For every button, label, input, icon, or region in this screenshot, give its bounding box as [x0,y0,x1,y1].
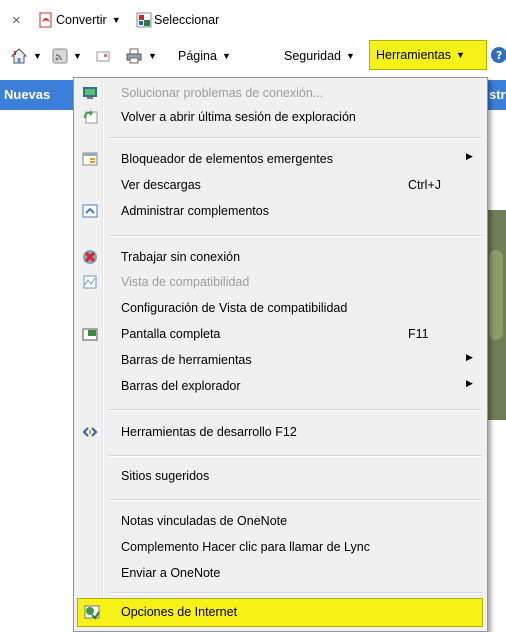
chevron-down-icon[interactable]: ▼ [33,51,42,61]
close-icon: × [12,11,21,29]
menu-item-solucionar-problemas[interactable]: Solucionar problemas de conexión... [76,82,485,106]
rss-feed-icon [52,48,68,64]
submenu-arrow-icon: ▶ [466,352,473,362]
menu-item-herramientas-desarrollo[interactable]: Herramientas de desarrollo F12 [76,421,485,445]
chevron-down-icon[interactable]: ▼ [148,51,157,61]
menu-item-vista-compatibilidad[interactable]: Vista de compatibilidad [76,271,485,295]
print-button[interactable]: ▼ [125,45,157,67]
convertir-label: Convertir [56,13,107,27]
shortcut-label: F11 [408,327,429,341]
home-icon [10,47,28,65]
reopen-session-icon [82,109,98,125]
pdf-convert-icon [38,12,54,28]
seguridad-label: Seguridad [284,49,341,63]
seguridad-menu-button[interactable]: Seguridad ▼ [284,45,355,67]
menu-separator [108,235,482,237]
compat-view-icon [82,274,98,290]
chevron-down-icon: ▼ [456,50,465,60]
menu-separator [108,499,482,501]
chevron-down-icon[interactable]: ▼ [73,51,82,61]
shortcut-label: Ctrl+J [408,178,441,192]
svg-text:?: ? [496,49,502,62]
close-button[interactable]: × [12,9,21,31]
popup-blocker-icon [82,151,98,167]
tab-nuevas[interactable]: Nuevas [4,87,50,102]
help-icon: ? [490,46,506,64]
menu-separator [108,137,482,139]
feeds-button[interactable]: ▼ [52,45,82,67]
offline-icon [82,249,98,265]
menu-item-barras-explorador[interactable]: Barras del explorador ▶ [76,375,485,399]
seleccionar-button[interactable]: Seleccionar [136,9,219,31]
printer-icon [125,48,143,64]
seleccionar-label: Seleccionar [154,13,220,27]
chevron-down-icon: ▼ [221,51,231,61]
page-image-detail [489,250,503,340]
menu-item-opciones-internet[interactable]: Opciones de Internet [77,601,483,625]
submenu-arrow-icon: ▶ [466,378,473,388]
herramientas-label: Herramientas [376,48,452,62]
help-button[interactable]: ? [490,44,506,66]
chevron-down-icon[interactable]: ▼ [112,15,121,25]
fullscreen-icon [82,326,98,342]
menu-separator [108,455,482,457]
menu-item-bloqueador-emergentes[interactable]: Bloqueador de elementos emergentes ▶ [76,148,485,172]
menu-separator [108,592,482,594]
convertir-button[interactable]: Convertir ▼ [38,9,121,31]
menu-item-administrar-complementos[interactable]: Administrar complementos [76,200,485,224]
menu-item-enviar-onenote[interactable]: Enviar a OneNote [76,562,485,586]
menu-separator [108,409,482,411]
menu-item-trabajar-sin-conexion[interactable]: Trabajar sin conexión [76,246,485,270]
mail-icon [95,48,111,64]
menu-item-ver-descargas[interactable]: Ver descargas Ctrl+J [76,174,485,198]
tab-right-partial[interactable]: stra [489,87,506,102]
pagina-label: Página [178,49,217,63]
select-pdf-icon [136,12,152,28]
menu-item-pantalla-completa[interactable]: Pantalla completa F11 [76,323,485,347]
addons-icon [82,203,98,219]
home-button[interactable]: ▼ [10,45,42,67]
dev-tools-icon [82,424,98,440]
internet-options-icon [83,603,100,620]
command-bar-top: × Convertir ▼ Seleccionar [0,0,506,36]
menu-item-volver-abrir-sesion[interactable]: Volver a abrir última sesión de explorac… [76,106,485,130]
menu-item-barras-herramientas[interactable]: Barras de herramientas ▶ [76,349,485,373]
submenu-arrow-icon: ▶ [466,151,473,161]
herramientas-menu-button[interactable]: Herramientas ▼ [376,44,465,66]
chevron-down-icon: ▼ [346,51,355,61]
menu-item-configuracion-vista-compatibilidad[interactable]: Configuración de Vista de compatibilidad [76,297,485,321]
mail-button[interactable] [95,45,111,67]
menu-item-sitios-sugeridos[interactable]: Sitios sugeridos [76,465,485,489]
herramientas-dropdown-menu: Solucionar problemas de conexión... Volv… [73,77,488,632]
menu-item-notas-onenote[interactable]: Notas vinculadas de OneNote [76,510,485,534]
menu-item-complemento-lync[interactable]: Complemento Hacer clic para llamar de Ly… [76,536,485,560]
pagina-menu-button[interactable]: Página ▼ [178,45,231,67]
network-diagnose-icon [82,85,98,101]
